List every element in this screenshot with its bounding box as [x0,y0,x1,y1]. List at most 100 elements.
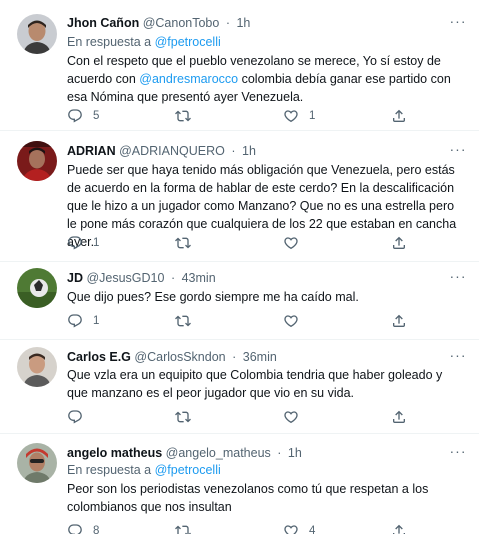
reply-to-mention[interactable]: @fpetrocelli [155,463,221,477]
tweet-actions [67,407,467,427]
reply-icon [67,235,83,251]
avatar[interactable] [17,141,57,181]
retweet-icon [175,235,191,251]
author-name[interactable]: Jhon Cañon [67,16,139,30]
author-handle[interactable]: @ADRIANQUERO [119,144,225,158]
tweet-text: Con el respeto que el pueblo venezolano … [67,52,465,106]
share-button[interactable] [391,311,407,331]
more-icon[interactable]: ··· [447,14,469,32]
reply-button[interactable]: 8 [67,521,99,534]
like-count: 1 [309,110,316,122]
like-button[interactable]: 1 [283,106,315,126]
separator-dot: · [225,16,230,30]
mention-link[interactable]: @andresmarocco [139,72,238,86]
separator-dot: · [231,144,236,158]
more-icon[interactable]: ··· [447,444,469,462]
reply-button[interactable] [67,407,93,427]
like-icon [283,523,299,534]
author-handle[interactable]: @CanonTobo [143,16,220,30]
author-name[interactable]: ADRIAN [67,144,116,158]
author-handle[interactable]: @angelo_matheus [166,446,271,460]
tweet-header: Jhon Cañon @CanonTobo · 1h [67,14,250,32]
reply-icon [67,108,83,124]
timestamp[interactable]: 43min [182,271,216,285]
retweet-button[interactable] [175,407,201,427]
tweet-header: angelo matheus @angelo_matheus · 1h [67,444,302,462]
share-icon [391,235,407,251]
timestamp[interactable]: 36min [243,350,277,364]
more-icon[interactable]: ··· [447,142,469,160]
tweet-actions: 1 [67,233,467,253]
reply-count: 1 [93,237,100,249]
author-handle[interactable]: @CarlosSkndon [134,350,225,364]
tweet-text: Que vzla era un equipito que Colombia te… [67,368,443,400]
reply-button[interactable]: 5 [67,106,99,126]
more-icon[interactable]: ··· [447,269,469,287]
tweet-actions: 8 4 [67,521,467,534]
like-count: 4 [309,525,316,534]
like-icon [283,108,299,124]
retweet-button[interactable] [175,521,201,534]
retweet-icon [175,409,191,425]
avatar[interactable] [17,347,57,387]
reply-count: 8 [93,525,100,534]
share-icon [391,108,407,124]
reply-context: En respuesta a @fpetrocelli [67,461,221,479]
tweet-text: Peor son los periodistas venezolanos com… [67,482,429,514]
retweet-icon [175,108,191,124]
like-button[interactable] [283,311,309,331]
author-handle[interactable]: @JesusGD10 [86,271,164,285]
tweet-actions: 1 [67,311,467,331]
like-button[interactable]: 4 [283,521,315,534]
reply-prefix: En respuesta a [67,35,152,49]
retweet-icon [175,523,191,534]
share-button[interactable] [391,407,407,427]
tweet-header: ADRIAN @ADRIANQUERO · 1h [67,142,256,160]
tweet-3[interactable]: JD @JesusGD10 · 43min ··· Que dijo pues?… [0,262,479,340]
more-icon[interactable]: ··· [447,348,469,366]
share-icon [391,409,407,425]
reply-button[interactable]: 1 [67,233,99,253]
retweet-button[interactable] [175,233,201,253]
timestamp[interactable]: 1h [242,144,256,158]
like-button[interactable] [283,407,309,427]
tweet-5[interactable]: angelo matheus @angelo_matheus · 1h ··· … [0,434,479,534]
like-icon [283,409,299,425]
separator-dot: · [170,271,176,285]
author-name[interactable]: Carlos E.G [67,350,131,364]
timestamp[interactable]: 1h [288,446,302,460]
reply-to-mention[interactable]: @fpetrocelli [155,35,221,49]
like-button[interactable] [283,233,309,253]
reply-button[interactable]: 1 [67,311,99,331]
reply-count: 5 [93,110,100,122]
reply-icon [67,313,83,329]
reply-prefix: En respuesta a [67,463,152,477]
share-button[interactable] [391,233,407,253]
reply-icon [67,523,83,534]
share-icon [391,313,407,329]
tweet-header: Carlos E.G @CarlosSkndon · 36min [67,348,277,366]
like-icon [283,313,299,329]
tweet-1[interactable]: Jhon Cañon @CanonTobo · 1h ··· En respue… [0,0,479,131]
share-button[interactable] [391,106,407,126]
avatar[interactable] [17,443,57,483]
tweet-header: JD @JesusGD10 · 43min [67,269,216,287]
timestamp[interactable]: 1h [236,16,250,30]
avatar[interactable] [17,14,57,54]
reply-icon [67,409,83,425]
retweet-button[interactable] [175,311,201,331]
reply-context: En respuesta a @fpetrocelli [67,33,221,51]
retweet-button[interactable] [175,106,201,126]
tweet-text: Que dijo pues? Ese gordo siempre me ha c… [67,290,359,304]
tweet-2[interactable]: ADRIAN @ADRIANQUERO · 1h ··· Puede ser q… [0,131,479,262]
separator-dot: · [277,446,282,460]
avatar[interactable] [17,268,57,308]
tweet-4[interactable]: Carlos E.G @CarlosSkndon · 36min ··· Que… [0,340,479,434]
like-icon [283,235,299,251]
share-button[interactable] [391,521,407,534]
author-name[interactable]: angelo matheus [67,446,162,460]
retweet-icon [175,313,191,329]
author-name[interactable]: JD [67,271,83,285]
share-icon [391,523,407,534]
separator-dot: · [232,350,237,364]
